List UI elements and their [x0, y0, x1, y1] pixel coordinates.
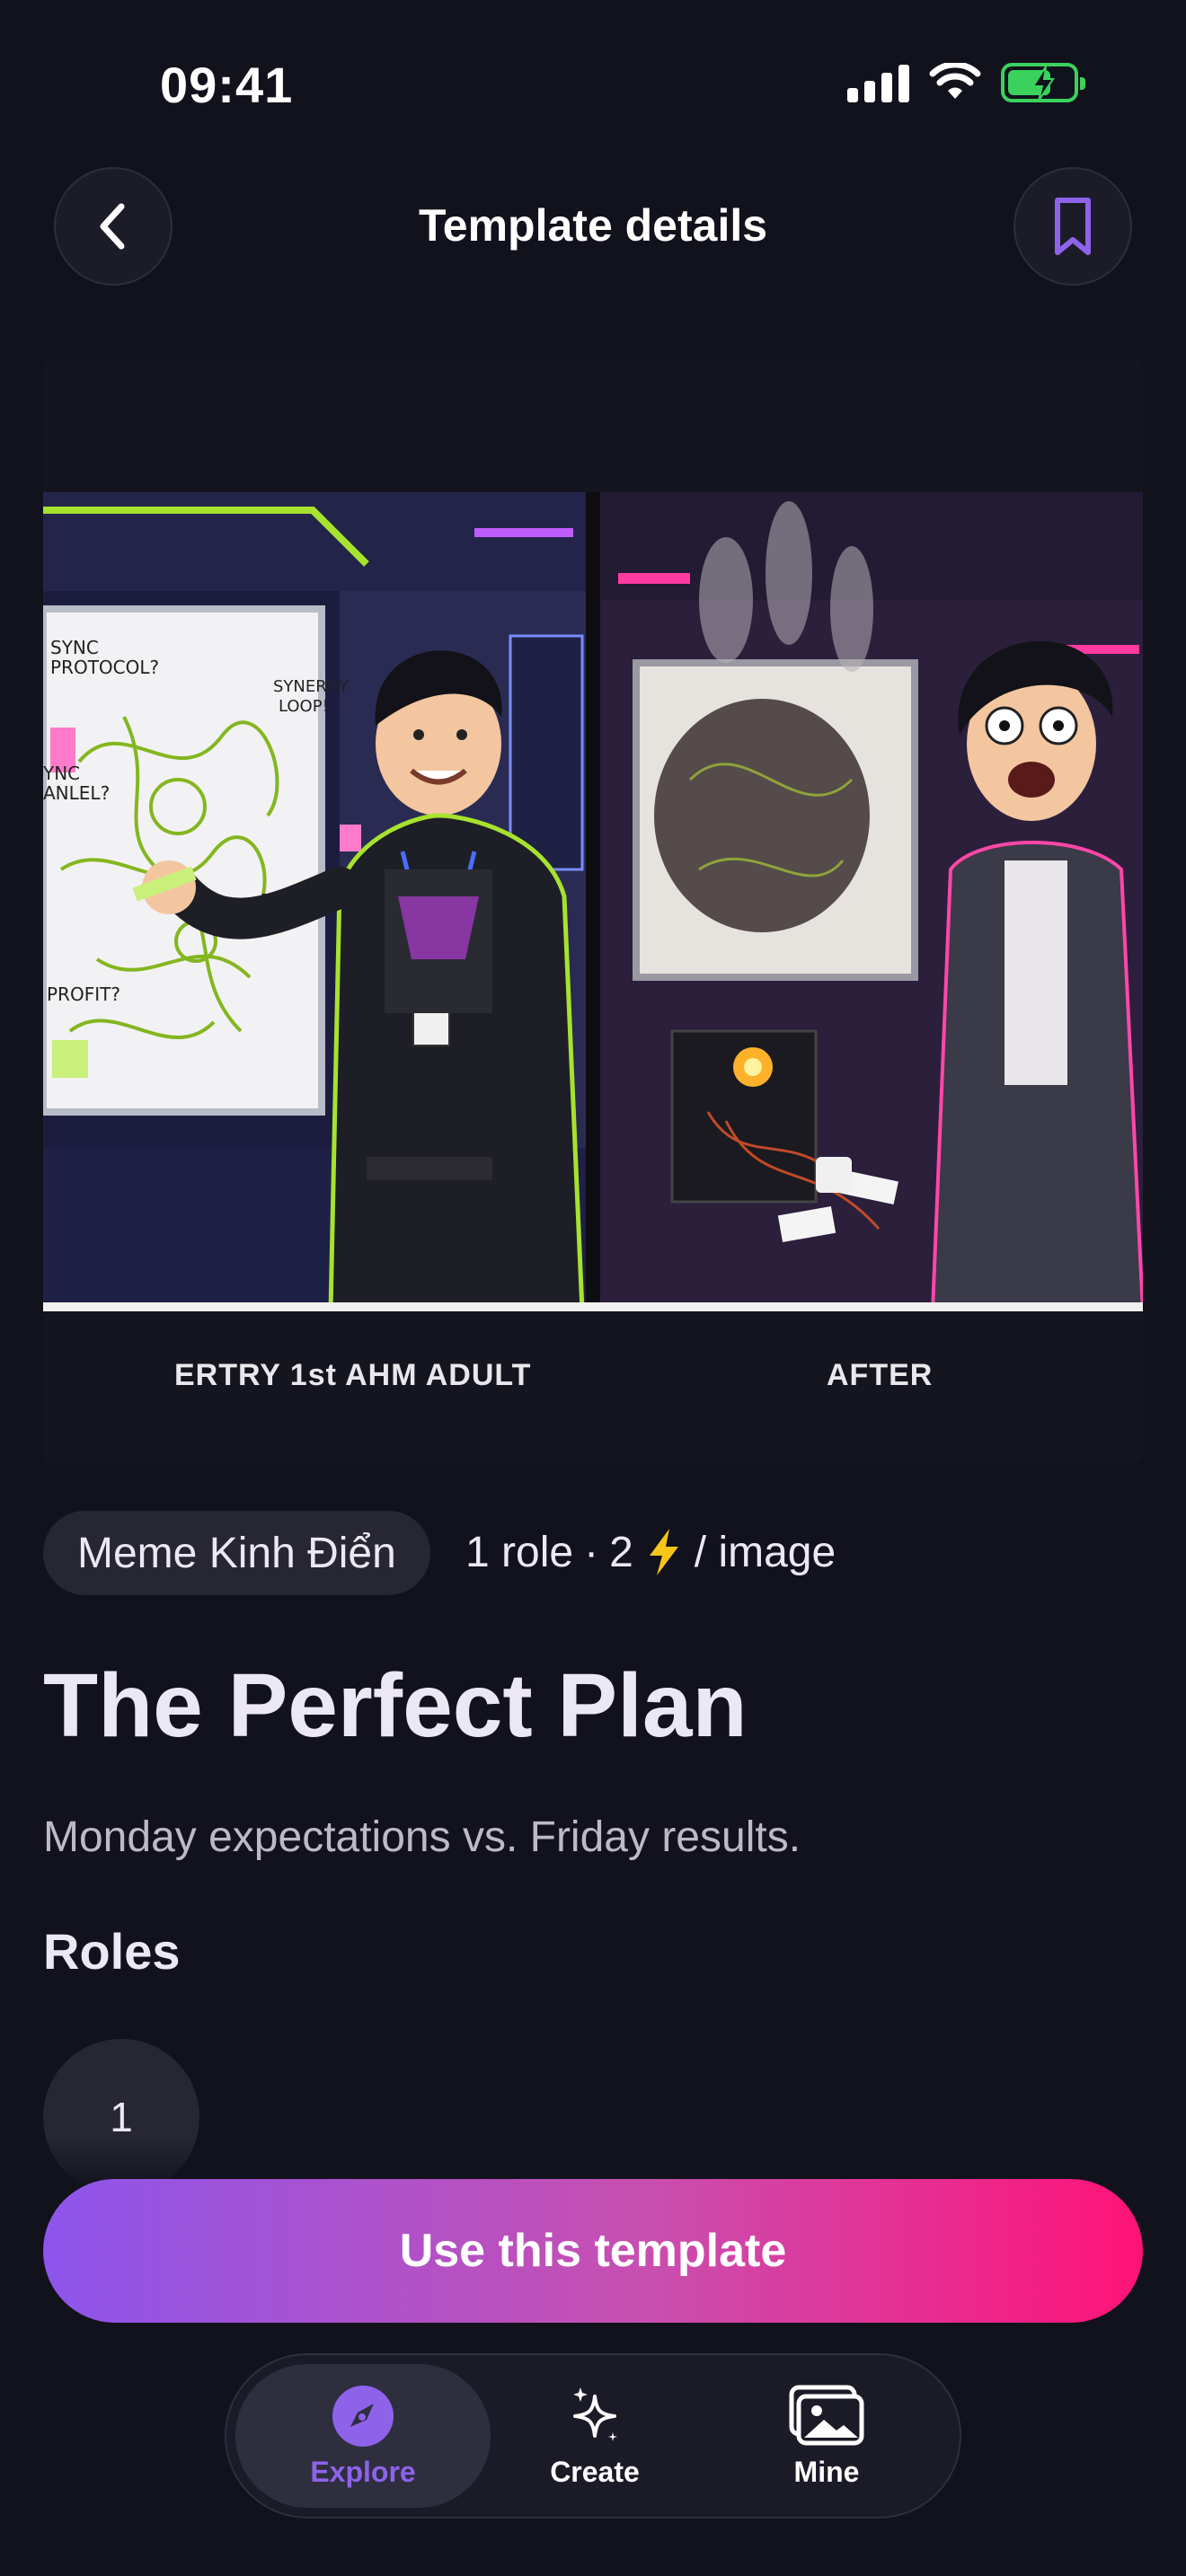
caption-left: ERTRY 1st AHM ADULT: [174, 1358, 532, 1392]
images-icon: [789, 2385, 864, 2445]
tab-label-mine: Mine: [793, 2455, 860, 2488]
category-chip[interactable]: Meme Kinh Điển: [43, 1511, 430, 1595]
comic-illustration: SYNC PROTOCOL? SYNERGY LOOP! YNC ANLEL? …: [43, 492, 1143, 1311]
svg-text:ANLEL?: ANLEL?: [43, 782, 110, 804]
svg-text:SYNERGY: SYNERGY: [273, 677, 350, 696]
compass-icon: [332, 2385, 394, 2447]
cellular-signal-icon: [847, 63, 909, 102]
tab-label-create: Create: [550, 2455, 640, 2488]
status-icons: [847, 63, 1085, 102]
svg-text:PROTOCOL?: PROTOCOL?: [50, 657, 159, 678]
meta-separator: ·: [584, 1528, 599, 1576]
battery-icon: [1001, 63, 1085, 102]
bookmark-button[interactable]: [1013, 167, 1132, 286]
use-template-button[interactable]: Use this template: [43, 2179, 1143, 2323]
bookmark-icon: [1055, 198, 1091, 255]
cost-value: 2: [609, 1528, 633, 1576]
wifi-icon: [929, 63, 981, 99]
roles-count: 1 role: [465, 1528, 574, 1576]
svg-text:LOOP!: LOOP!: [279, 697, 329, 716]
svg-text:PROFIT?: PROFIT?: [47, 984, 120, 1005]
svg-text:YNC: YNC: [43, 763, 80, 784]
page-title: Template details: [418, 200, 768, 251]
tab-explore[interactable]: Explore: [235, 2364, 491, 2508]
roles-heading: Roles: [43, 1923, 181, 1980]
sparkles-icon: [573, 2386, 617, 2441]
caption-right: AFTER: [827, 1358, 934, 1392]
tab-mine[interactable]: Mine: [699, 2364, 954, 2508]
template-description: Monday expectations vs. Friday results.: [43, 1813, 801, 1861]
svg-text:SYNC: SYNC: [50, 637, 99, 658]
lightning-icon: [649, 1529, 678, 1575]
tab-create[interactable]: Create: [467, 2364, 722, 2508]
screen: 09:41 Template details SYNC PROTOCOL? SY…: [0, 0, 1186, 2576]
tab-label-explore: Explore: [310, 2455, 416, 2488]
template-meta: 1 role · 2 / image: [465, 1527, 836, 1577]
status-time: 09:41: [160, 57, 294, 113]
per-image-label: / image: [694, 1528, 836, 1576]
template-preview-image: SYNC PROTOCOL? SYNERGY LOOP! YNC ANLEL? …: [43, 359, 1143, 1464]
bottom-tab-bar: Explore Create Mine: [225, 2353, 961, 2519]
template-title: The Perfect Plan: [43, 1655, 748, 1756]
